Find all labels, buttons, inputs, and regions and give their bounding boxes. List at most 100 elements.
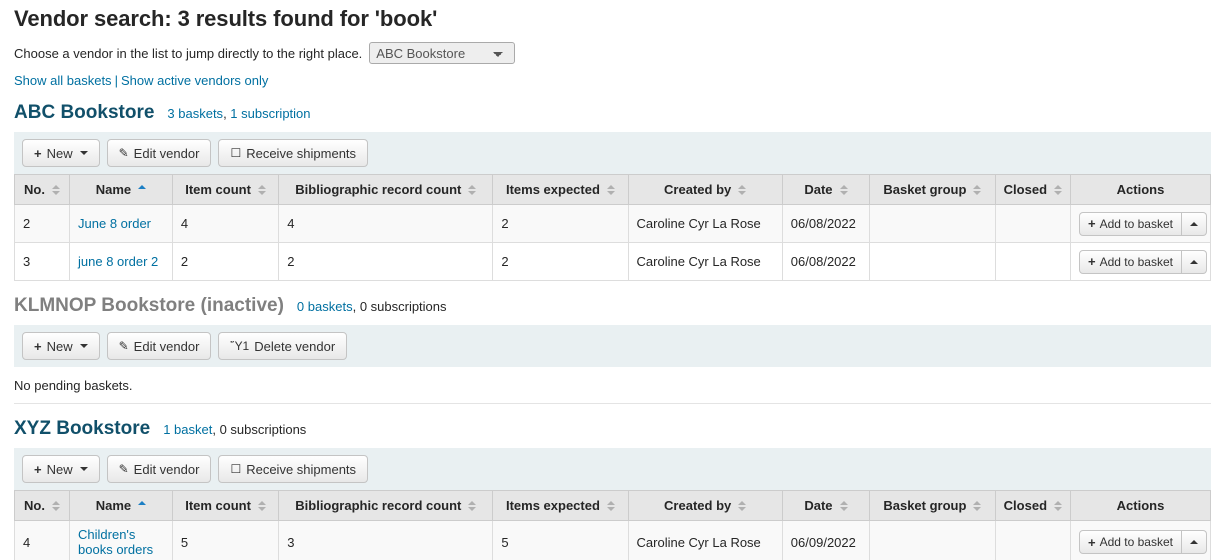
table-row: 4Children's books orders535Caroline Cyr … (15, 521, 1211, 560)
caret-up-icon (1190, 260, 1198, 264)
delete-vendor-button-label: Delete vendor (254, 339, 335, 354)
vendor-subscriptions-link[interactable]: 1 subscription (230, 106, 310, 121)
caret-down-icon (80, 344, 88, 348)
column-header-date[interactable]: Date (782, 175, 869, 205)
sort-ascending-icon[interactable] (138, 184, 146, 196)
plus-icon: + (34, 463, 42, 476)
sort-icon[interactable] (468, 500, 476, 512)
sort-icon[interactable] (258, 184, 266, 196)
column-header-label: Date (804, 498, 832, 513)
inbox-icon: ☐ (230, 147, 241, 159)
sort-icon[interactable] (840, 184, 848, 196)
cell-bib-record-count: 4 (279, 205, 493, 243)
new-button-label: New (47, 146, 73, 161)
show-active-vendors-link[interactable]: Show active vendors only (121, 73, 268, 88)
sort-icon[interactable] (973, 184, 981, 196)
column-header-item-count[interactable]: Item count (172, 175, 278, 205)
sort-icon[interactable] (607, 500, 615, 512)
column-header-no[interactable]: No. (15, 175, 70, 205)
cell-created-by: Caroline Cyr La Rose (628, 205, 782, 243)
vendor-name-heading: XYZ Bookstore (14, 418, 150, 440)
vendor-sections: ABC Bookstore3 baskets, 1 subscription+N… (14, 102, 1211, 560)
sort-icon[interactable] (973, 500, 981, 512)
show-all-baskets-link[interactable]: Show all baskets (14, 73, 112, 88)
column-header-name[interactable]: Name (70, 175, 173, 205)
column-header-label: Item count (185, 182, 251, 197)
column-header-closed[interactable]: Closed (995, 491, 1070, 521)
table-row: 2June 8 order442Caroline Cyr La Rose06/0… (15, 205, 1211, 243)
cell-closed (995, 521, 1070, 560)
add-to-basket-label: Add to basket (1100, 535, 1173, 549)
edit-vendor-button[interactable]: ✎Edit vendor (107, 455, 212, 483)
column-header-label: Basket group (883, 498, 966, 513)
column-header-bibliographic-record-count[interactable]: Bibliographic record count (279, 175, 493, 205)
column-header-item-count[interactable]: Item count (172, 491, 278, 521)
receive-shipments-button[interactable]: ☐Receive shipments (218, 455, 368, 483)
add-to-basket-button[interactable]: +Add to basket (1079, 212, 1182, 236)
vendor-baskets-link[interactable]: 0 baskets (297, 299, 353, 314)
caret-up-icon (1190, 222, 1198, 226)
column-header-basket-group[interactable]: Basket group (870, 175, 996, 205)
delete-vendor-button[interactable]: Ὕ1Delete vendor (218, 332, 347, 360)
column-header-label: Item count (185, 498, 251, 513)
table-header-row: No.Name Item count Bibliographic record co… (15, 491, 1211, 521)
caret-up-icon (1190, 540, 1198, 544)
sort-icon[interactable] (52, 500, 60, 512)
sort-icon[interactable] (1054, 500, 1062, 512)
column-header-bibliographic-record-count[interactable]: Bibliographic record count (279, 491, 493, 521)
edit-vendor-button[interactable]: ✎Edit vendor (107, 139, 212, 167)
add-to-basket-dropdown-toggle[interactable] (1182, 530, 1207, 554)
sort-icon[interactable] (52, 184, 60, 196)
basket-name-link[interactable]: june 8 order 2 (78, 254, 158, 269)
column-header-label: Name (96, 182, 131, 197)
cell-items-expected: 2 (493, 205, 628, 243)
column-header-no[interactable]: No. (15, 491, 70, 521)
sort-icon[interactable] (738, 500, 746, 512)
receive-shipments-button[interactable]: ☐Receive shipments (218, 139, 368, 167)
column-header-name[interactable]: Name (70, 491, 173, 521)
baskets-table: No.Name Item count Bibliographic record co… (14, 490, 1211, 560)
add-to-basket-dropdown-toggle[interactable] (1182, 212, 1207, 236)
add-to-basket-dropdown-toggle[interactable] (1182, 250, 1207, 274)
cell-item-count: 4 (172, 205, 278, 243)
sort-icon[interactable] (840, 500, 848, 512)
sort-icon[interactable] (607, 184, 615, 196)
new-button[interactable]: +New (22, 332, 100, 360)
column-header-items-expected[interactable]: Items expected (493, 491, 628, 521)
baskets-table: No. Name Item count Bibliographic record co… (14, 174, 1211, 281)
sort-icon[interactable] (738, 184, 746, 196)
cell-created-by: Caroline Cyr La Rose (628, 243, 782, 281)
sort-ascending-icon[interactable] (138, 500, 146, 512)
vendor-jump-select[interactable]: ABC BookstoreKLMNOP Bookstore (inactive)… (369, 42, 515, 64)
sort-icon[interactable] (258, 500, 266, 512)
edit-vendor-button[interactable]: ✎Edit vendor (107, 332, 212, 360)
sort-icon[interactable] (1054, 184, 1062, 196)
vendor-baskets-link[interactable]: 1 basket (163, 422, 212, 437)
plus-icon: + (1088, 217, 1096, 230)
pencil-icon: ✎ (119, 463, 129, 475)
new-button[interactable]: +New (22, 139, 100, 167)
column-header-created-by[interactable]: Created by (628, 491, 782, 521)
add-to-basket-button[interactable]: +Add to basket (1079, 250, 1182, 274)
basket-name-link[interactable]: Children's books orders (78, 527, 153, 557)
column-header-items-expected[interactable]: Items expected (493, 175, 628, 205)
column-header-label: Items expected (506, 498, 600, 513)
vendor-header: XYZ Bookstore1 basket, 0 subscriptions (14, 418, 1211, 440)
basket-name-link[interactable]: June 8 order (78, 216, 151, 231)
vendor-baskets-link[interactable]: 3 baskets (167, 106, 223, 121)
add-to-basket-button[interactable]: +Add to basket (1079, 530, 1182, 554)
cell-date: 06/08/2022 (782, 205, 869, 243)
cell-name: june 8 order 2 (70, 243, 173, 281)
column-header-basket-group[interactable]: Basket group (870, 491, 996, 521)
cell-basket-group (870, 521, 996, 560)
vendor-name-heading: KLMNOP Bookstore (inactive) (14, 295, 284, 317)
column-header-closed[interactable]: Closed (995, 175, 1070, 205)
sort-icon[interactable] (468, 184, 476, 196)
add-to-basket-label: Add to basket (1100, 255, 1173, 269)
vendor-header: KLMNOP Bookstore (inactive)0 baskets, 0 … (14, 295, 1211, 317)
column-header-created-by[interactable]: Created by (628, 175, 782, 205)
new-button[interactable]: +New (22, 455, 100, 483)
cell-name: Children's books orders (70, 521, 173, 560)
column-header-date[interactable]: Date (782, 491, 869, 521)
cell-no: 4 (15, 521, 70, 560)
